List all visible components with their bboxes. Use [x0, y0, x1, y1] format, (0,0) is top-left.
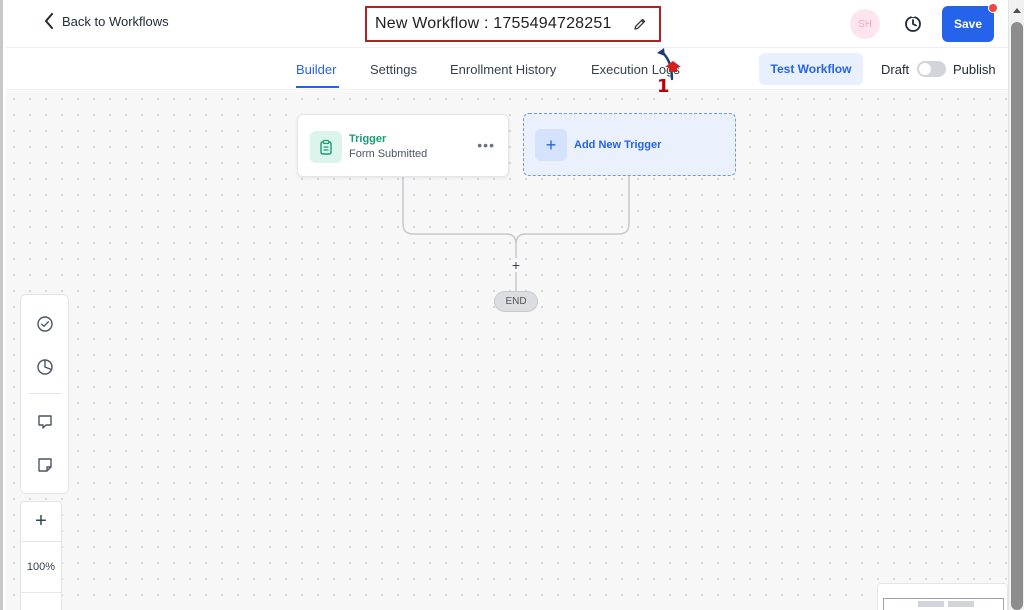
annotation-number: 1: [657, 76, 670, 97]
end-node: END: [494, 291, 538, 312]
zoom-in-button[interactable]: +: [21, 502, 61, 542]
check-circle-icon[interactable]: [36, 315, 54, 333]
clipboard-icon: [310, 131, 342, 163]
app-window: Back to Workflows New Workflow : 1755494…: [0, 0, 1024, 610]
minimap[interactable]: [877, 583, 1008, 610]
scroll-up-arrow-icon[interactable]: [1012, 6, 1022, 14]
plus-icon: +: [535, 129, 567, 161]
trigger-node[interactable]: Trigger Form Submitted •••: [297, 114, 509, 177]
add-trigger-label: Add New Trigger: [574, 139, 662, 151]
comment-icon[interactable]: [36, 413, 54, 431]
minimap-node: [948, 601, 974, 607]
scrollbar-thumb[interactable]: [1011, 22, 1023, 610]
trigger-subtitle: Form Submitted: [349, 148, 428, 160]
add-action-button[interactable]: +: [509, 257, 523, 273]
trigger-title: Trigger: [349, 133, 387, 145]
tool-divider: [29, 393, 62, 394]
add-new-trigger-button[interactable]: + Add New Trigger: [523, 113, 736, 176]
zoom-level: 100%: [21, 542, 61, 593]
minimap-node: [918, 601, 944, 607]
sticky-note-icon[interactable]: [36, 456, 54, 474]
zoom-panel: + 100%: [20, 501, 62, 610]
tool-panel: [20, 294, 69, 494]
pie-chart-icon[interactable]: [36, 358, 54, 376]
minimap-viewport: [883, 598, 1004, 610]
trigger-menu-button[interactable]: •••: [477, 137, 495, 153]
